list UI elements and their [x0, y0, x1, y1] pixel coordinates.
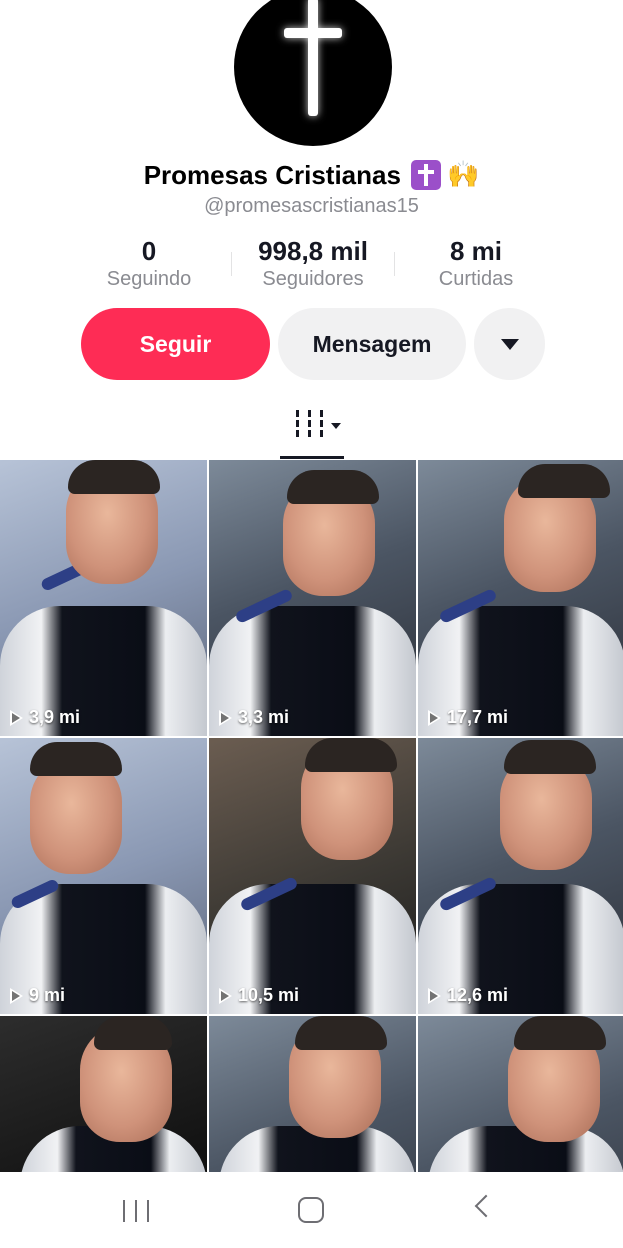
- cross-icon: [308, 0, 318, 116]
- thumbnail-image: [418, 738, 623, 1014]
- recent-apps-icon[interactable]: [123, 1200, 149, 1222]
- tab-active-indicator: [280, 456, 344, 459]
- raising-hands-emoji-icon: 🙌: [446, 160, 480, 190]
- stat-followers-label: Seguidores: [262, 268, 364, 290]
- play-icon: [428, 987, 441, 1004]
- view-count: 10,5 mi: [219, 985, 299, 1006]
- video-thumbnail[interactable]: 17,7 mi: [418, 460, 623, 736]
- latin-cross-emoji-icon: [410, 160, 441, 190]
- stat-following[interactable]: 0 Seguindo: [59, 236, 239, 292]
- play-icon: [10, 709, 23, 726]
- profile-avatar[interactable]: [234, 0, 392, 146]
- caret-down-icon: [500, 338, 519, 350]
- view-count: 17,7 mi: [428, 707, 508, 728]
- profile-handle: @promesascristianas15: [204, 195, 419, 217]
- profile-stats: 0 Seguindo 998,8 mil Seguidores 8 mi Cur…: [0, 236, 623, 296]
- thumbnail-image: [0, 1016, 207, 1172]
- thumbnail-image: [0, 460, 207, 736]
- view-count: 3,9 mi: [10, 707, 80, 728]
- play-icon: [219, 709, 232, 726]
- video-thumbnail[interactable]: 3,9 mi: [0, 460, 207, 736]
- view-count: 9 mi: [10, 985, 65, 1006]
- play-icon: [10, 987, 23, 1004]
- view-count: 3,3 mi: [219, 707, 289, 728]
- message-button[interactable]: Mensagem: [278, 308, 466, 380]
- follow-button[interactable]: Seguir: [81, 308, 270, 380]
- profile-name-row: Promesas Cristianas 🙌: [0, 158, 623, 192]
- video-thumbnail[interactable]: [418, 1016, 623, 1172]
- video-thumbnail[interactable]: 10,5 mi: [209, 738, 416, 1014]
- stat-likes[interactable]: 8 mi Curtidas: [386, 236, 566, 292]
- video-thumbnail[interactable]: [0, 1016, 207, 1172]
- home-icon[interactable]: [298, 1197, 324, 1223]
- videos-grid-tab[interactable]: [296, 410, 346, 444]
- video-thumbnail[interactable]: 9 mi: [0, 738, 207, 1014]
- video-grid: 3,9 mi 3,3 mi 17,7 mi 9 mi 10,5 mi 12,6 …: [0, 460, 623, 1172]
- more-options-button[interactable]: [474, 308, 545, 380]
- back-icon[interactable]: [474, 1194, 498, 1218]
- system-navigation-bar: [0, 1172, 623, 1248]
- view-count: 12,6 mi: [428, 985, 508, 1006]
- thumbnail-image: [209, 738, 416, 1014]
- thumbnail-image: [0, 738, 207, 1014]
- stat-followers[interactable]: 998,8 mil Seguidores: [223, 236, 403, 292]
- stat-following-value: 0: [141, 236, 157, 266]
- stat-likes-value: 8 mi: [449, 236, 503, 266]
- thumbnail-image: [418, 460, 623, 736]
- thumbnail-image: [209, 1016, 416, 1172]
- video-thumbnail[interactable]: 12,6 mi: [418, 738, 623, 1014]
- stat-likes-label: Curtidas: [438, 268, 514, 290]
- thumbnail-image: [209, 460, 416, 736]
- profile-name: Promesas Cristianas: [143, 159, 401, 190]
- play-icon: [428, 709, 441, 726]
- video-thumbnail[interactable]: [209, 1016, 416, 1172]
- play-icon: [219, 987, 232, 1004]
- video-thumbnail[interactable]: 3,3 mi: [209, 460, 416, 736]
- thumbnail-image: [418, 1016, 623, 1172]
- stat-following-label: Seguindo: [106, 268, 192, 290]
- stat-followers-value: 998,8 mil: [258, 236, 368, 266]
- tab-filter-caret-icon: [331, 423, 341, 429]
